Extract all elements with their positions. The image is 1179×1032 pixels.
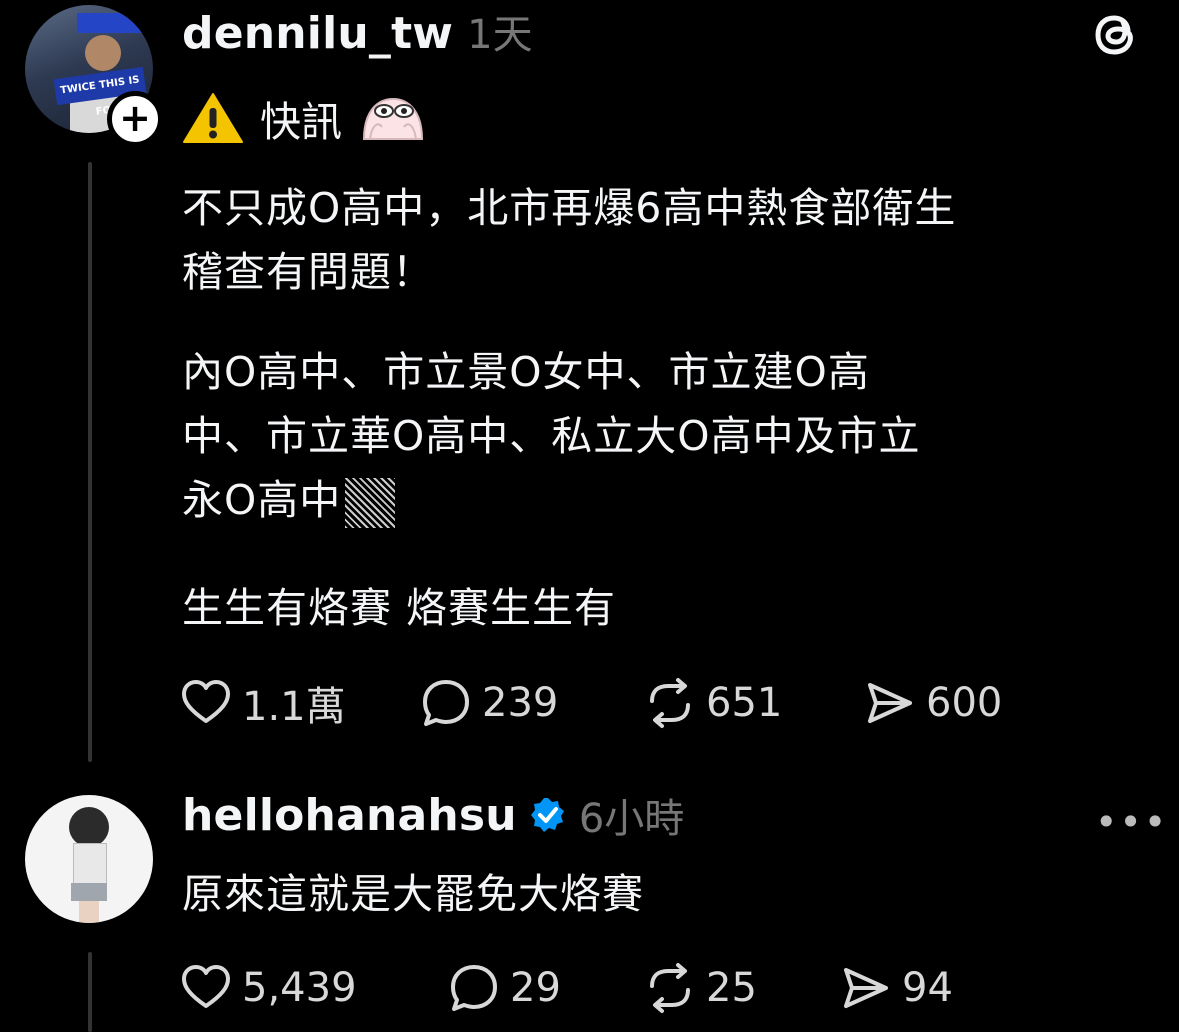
threads-logo-icon[interactable] [1090,8,1144,62]
send-icon [844,968,888,1008]
paragraph-1-line-1: 不只成O高中，北市再爆6高中熱食部衛生 [182,184,957,232]
author-username[interactable]: dennilu_tw [182,8,453,59]
heart-icon [182,965,230,1008]
avatar-person-head [85,35,121,71]
follow-plus-button[interactable]: + [107,91,163,147]
avatar-hair [69,807,109,847]
reply-thread-line [88,952,92,1032]
reply-reply-count: 29 [510,965,561,1011]
paragraph-1-line-2: 稽查有問題！ [182,248,434,296]
reply-like-button[interactable]: 5,439 [180,962,448,1014]
avatar-legs [79,901,99,923]
warning-icon [183,93,243,143]
heart-icon [182,680,230,723]
repost-count: 651 [706,680,783,726]
reply-button[interactable]: 239 [420,677,644,729]
reply-text: 原來這就是大罷免大烙賽 [182,870,644,918]
reply-share-button[interactable]: 94 [840,962,953,1014]
reply-share-count: 94 [902,965,953,1011]
post-body-paragraph-1: 不只成O高中，北市再爆6高中熱食部衛生 稽查有問題！ [182,176,1162,304]
avatar-banner-top [77,13,153,33]
headline-text: 快訊 [260,98,342,146]
reply-author-avatar[interactable] [25,795,153,923]
reply-count: 239 [482,680,559,726]
reply-repost-count: 25 [706,965,757,1011]
post-body-paragraph-3: 生生有烙賽 烙賽生生有 [182,584,617,632]
reply-action-bar: 5,439 29 25 94 [180,962,953,1014]
reply-username[interactable]: hellohanahsu [182,790,517,841]
post-action-bar: 1.1萬 239 651 600 [180,674,1002,732]
paragraph-2-line-3: 永O高中 [182,476,342,524]
repost-button[interactable]: 651 [644,677,864,729]
hatched-block-glyph [345,478,396,528]
post-time: 1天 [467,12,533,58]
share-button[interactable]: 600 [864,677,1002,729]
comment-icon [423,680,469,726]
repost-icon [650,963,690,1013]
peeking-face-icon [362,97,424,140]
post-body-paragraph-2: 內O高中、市立景O女中、市立建O高 中、市立華O高中、私立大O高中及市立 永O高… [182,340,1162,532]
more-options-button[interactable]: ••• [1095,800,1168,844]
like-button[interactable]: 1.1萬 [180,674,420,732]
repost-icon [650,678,690,728]
reply-time: 6小時 [578,796,685,842]
reply-header: hellohanahsu 6小時 [182,786,684,844]
like-count: 1.1萬 [242,684,346,730]
verified-badge-icon [530,798,564,832]
paragraph-2-line-1: 內O高中、市立景O女中、市立建O高 [182,348,870,396]
reply-reply-button[interactable]: 29 [448,962,644,1014]
avatar-outfit-top [73,843,107,885]
send-icon [868,683,912,723]
thread-connector-line [88,162,92,762]
reply-repost-button[interactable]: 25 [644,962,840,1014]
post-headline: 快訊 [182,88,426,148]
share-count: 600 [926,680,1003,726]
paragraph-2-line-2: 中、市立華O高中、私立大O高中及市立 [182,412,921,460]
paragraph-2-line-3-wrap: 永O高中 [182,468,1162,532]
avatar-outfit-skirt [71,883,107,901]
reply-like-count: 5,439 [242,965,357,1011]
comment-icon [451,965,497,1011]
post-header: dennilu_tw 1天 [182,2,533,60]
